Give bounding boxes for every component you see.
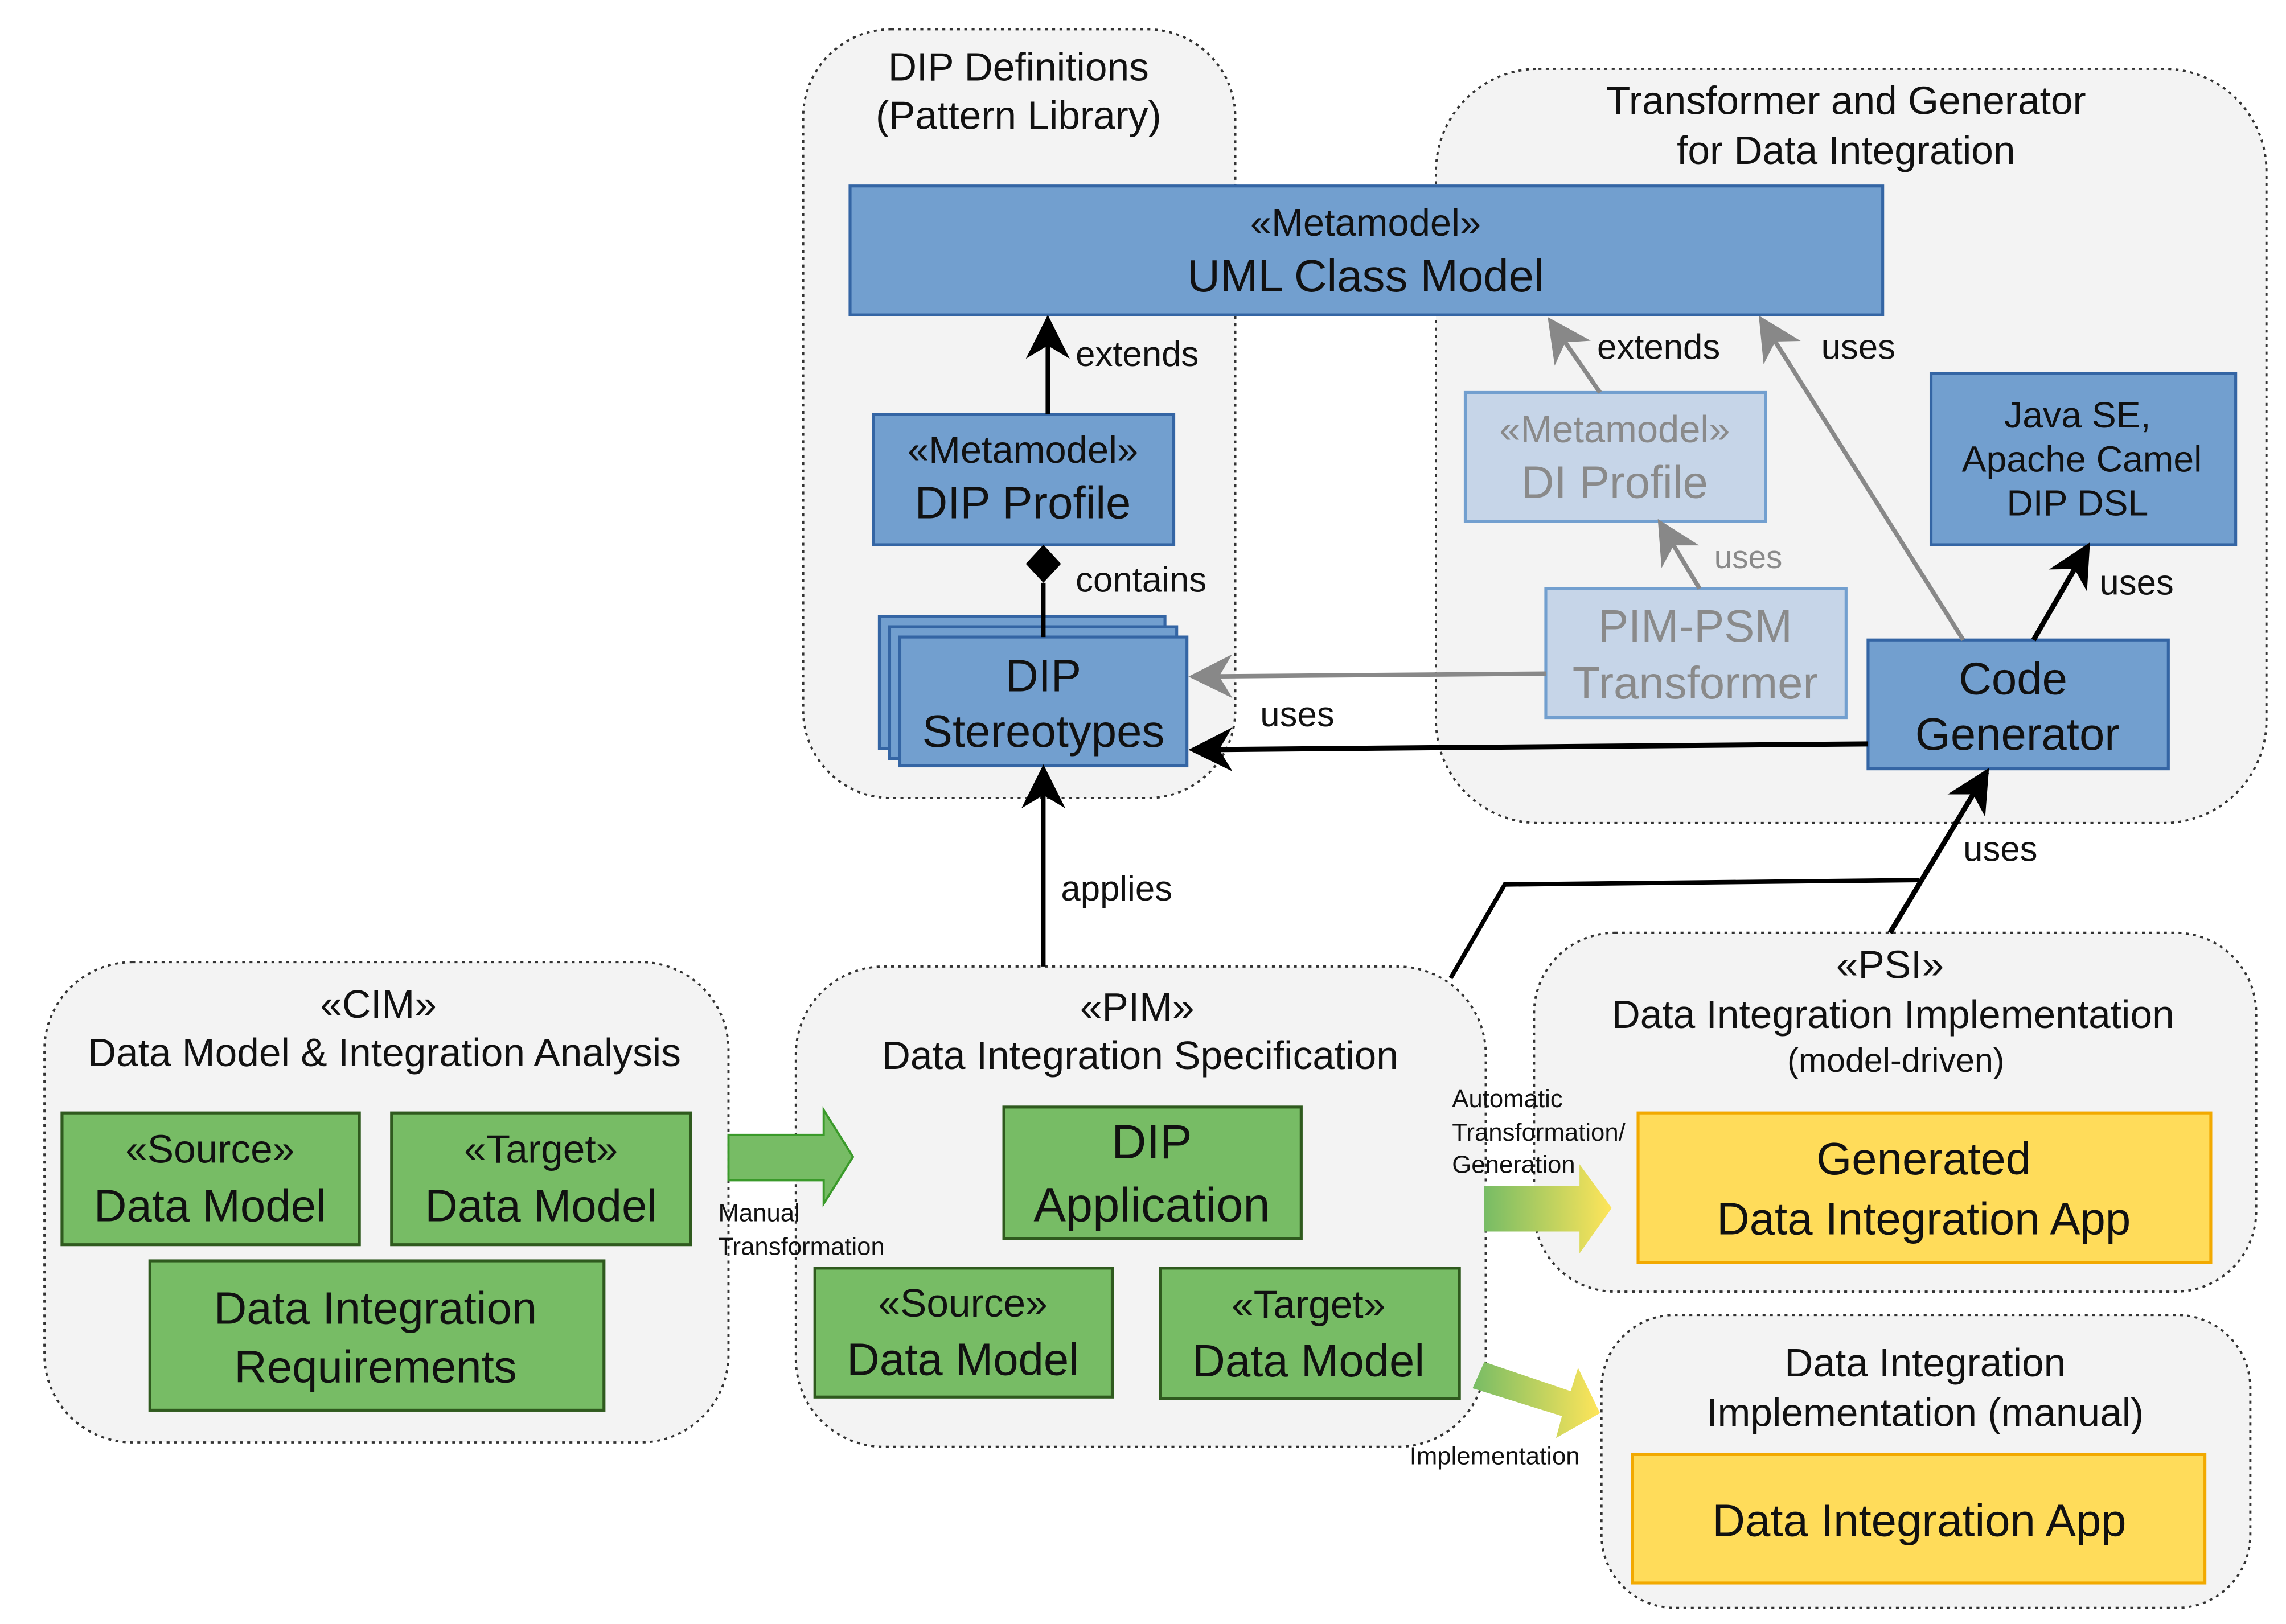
pim-target-data-model-box[interactable]: «Target» Data Model <box>1159 1267 1461 1400</box>
dip-stereotypes-box[interactable]: DIP Stereotypes <box>877 615 1189 768</box>
svg-text:extends: extends <box>1076 335 1199 374</box>
svg-text:uses: uses <box>1260 695 1334 734</box>
svg-text:Data Integration App: Data Integration App <box>1712 1495 2126 1546</box>
dip-profile-box[interactable]: «Metamodel» DIP Profile <box>872 413 1176 546</box>
dip-application-box[interactable]: DIP Application <box>1002 1105 1303 1240</box>
svg-text:uses: uses <box>1821 327 1895 367</box>
svg-text:uses: uses <box>2099 563 2173 602</box>
pim-source-data-model-box[interactable]: «Source» Data Model <box>813 1267 1114 1399</box>
svg-text:«Metamodel»DI Profile: «Metamodel» DI Profile <box>1499 408 1730 508</box>
svg-text:«Metamodel»DIP Profile: «Metamodel» DIP Profile <box>908 429 1138 528</box>
cim-source-data-model-box[interactable]: «Source» Data Model <box>60 1111 361 1247</box>
uml-class-model-box[interactable]: «Metamodel» UML Class Model <box>848 184 1885 316</box>
diagram: DIP Definitions (Pattern Library) Transfo… <box>43 28 2268 1609</box>
svg-text:uses: uses <box>1963 830 2037 869</box>
svg-text:extends: extends <box>1597 327 1720 367</box>
edge-pimpsm-stereotypes <box>1188 654 1546 698</box>
svg-text:contains: contains <box>1076 560 1206 599</box>
pim-psm-transformer-box[interactable]: PIM-PSM Transformer <box>1544 587 1848 720</box>
svg-text:uses: uses <box>1714 539 1783 575</box>
svg-text:Implementation: Implementation <box>1410 1442 1580 1470</box>
di-profile-box[interactable]: «Metamodel» DI Profile <box>1463 390 1767 523</box>
manual-data-integration-app-box[interactable]: Data Integration App <box>1631 1453 2207 1585</box>
data-integration-requirements-box[interactable]: Data Integration Requirements <box>148 1259 606 1412</box>
code-generator-box[interactable]: Code Generator <box>1866 638 2170 771</box>
svg-text:applies: applies <box>1061 869 1172 908</box>
cim-target-data-model-box[interactable]: «Target» Data Model <box>390 1111 692 1247</box>
generated-data-integration-app-box[interactable]: Generated Data Integration App <box>1636 1111 2213 1264</box>
java-camel-dsl-box[interactable]: Java SE, Apache Camel DIP DSL <box>1929 372 2238 546</box>
